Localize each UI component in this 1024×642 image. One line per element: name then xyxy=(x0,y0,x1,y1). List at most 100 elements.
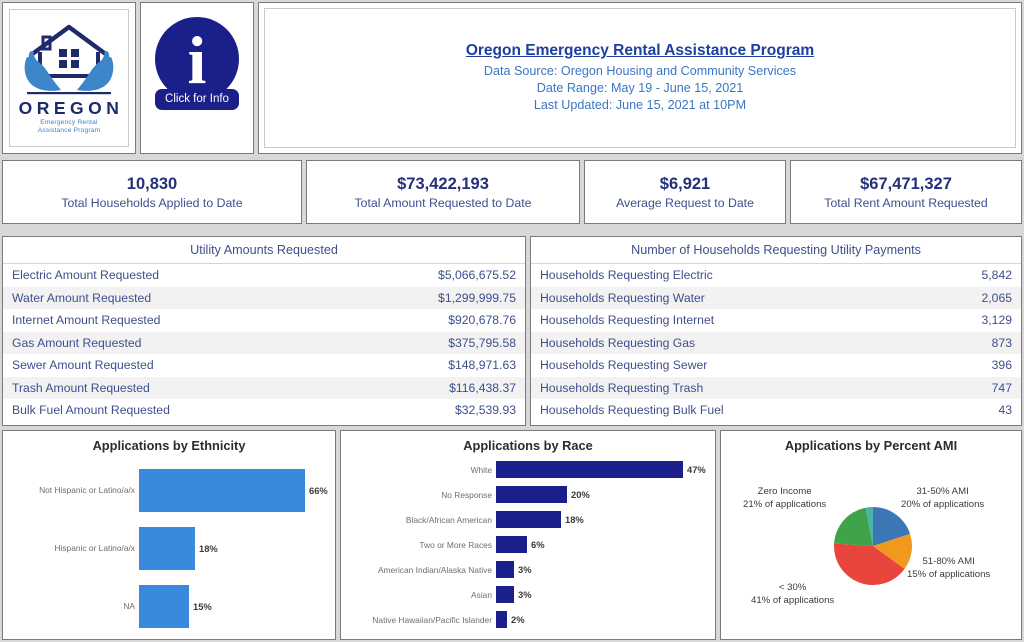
logo-subtitle-line2: Assistance Program xyxy=(37,127,101,134)
title-frame: Oregon Emergency Rental Assistance Progr… xyxy=(264,8,1016,148)
bar-category-label: White xyxy=(470,464,492,475)
bar-row: Hispanic or Latino/a/x 18% xyxy=(3,519,335,577)
bar-value-label: 66% xyxy=(309,484,328,496)
kpi-label: Total Amount Requested to Date xyxy=(354,195,532,210)
row-label: Electric Amount Requested xyxy=(12,268,160,283)
bar-value-label: 47% xyxy=(687,464,706,475)
bar-category-label: Black/African American xyxy=(405,514,492,525)
row-value: 2,065 xyxy=(981,290,1013,305)
bar-track: 3% xyxy=(496,561,532,578)
info-panel: i Click for Info xyxy=(140,2,254,154)
click-for-info-button[interactable]: Click for Info xyxy=(155,89,239,110)
kpi-card-average-request: $6,921 Average Request to Date xyxy=(584,160,786,224)
bar xyxy=(496,586,514,603)
bar-track: 20% xyxy=(496,486,590,503)
bar-value-label: 2% xyxy=(511,614,525,625)
pie-annotation-zero-income: Zero Income 21% of applications xyxy=(743,486,827,510)
row-label: Households Requesting Trash xyxy=(540,380,704,395)
row-value: $5,066,675.52 xyxy=(438,268,516,283)
bar xyxy=(139,584,189,628)
logo-subtitle-line1: Emergency Rental xyxy=(40,118,98,126)
pie-annotation-under-30: < 30% 41% of applications xyxy=(751,582,835,606)
row-value: $1,299,999.75 xyxy=(438,290,516,305)
table-row: Households Requesting Electric 5,842 xyxy=(531,264,1021,287)
row-label: Households Requesting Water xyxy=(540,290,705,305)
bar-track: 66% xyxy=(139,468,328,512)
bar xyxy=(139,468,305,512)
table-header: Utility Amounts Requested xyxy=(3,237,525,264)
bar-row: American Indian/Alaska Native 3% xyxy=(341,557,715,582)
bar-category-label: Two or More Races xyxy=(419,539,492,550)
bar-row: White 47% xyxy=(341,457,715,482)
race-bar-rows: White 47% No Response 20% Black/African Amer… xyxy=(341,457,715,632)
bar-row: NA 15% xyxy=(3,577,335,635)
table-row: Trash Amount Requested $116,438.37 xyxy=(3,376,525,399)
table-row: Households Requesting Gas 873 xyxy=(531,331,1021,354)
house-in-hands-icon xyxy=(24,24,114,94)
table-body: Electric Amount Requested $5,066,675.52 Wa… xyxy=(3,264,525,422)
bar-row: Asian 3% xyxy=(341,582,715,607)
row-label: Internet Amount Requested xyxy=(12,313,161,328)
row-value: 43 xyxy=(998,403,1012,418)
row-value: $32,539.93 xyxy=(455,403,516,418)
bar-track: 47% xyxy=(496,461,706,478)
row-label: Sewer Amount Requested xyxy=(12,358,154,373)
row-value: $375,795.58 xyxy=(448,335,516,350)
row-value: 873 xyxy=(991,335,1012,350)
bar-track: 2% xyxy=(496,611,525,628)
row-label: Households Requesting Internet xyxy=(540,313,715,328)
row-label: Water Amount Requested xyxy=(12,290,152,305)
bar-value-label: 20% xyxy=(571,489,590,500)
info-stack: i Click for Info xyxy=(141,17,253,110)
kpi-card-total-rent-requested: $67,471,327 Total Rent Amount Requested xyxy=(790,160,1022,224)
row-label: Bulk Fuel Amount Requested xyxy=(12,403,170,418)
row-label: Households Requesting Electric xyxy=(540,268,713,283)
logo-frame: OREGON Emergency Rental Assistance Progr… xyxy=(9,9,129,147)
bar-value-label: 6% xyxy=(531,539,545,550)
chart-title: Applications by Race xyxy=(463,438,593,453)
info-letter: i xyxy=(187,22,207,98)
bar-track: 18% xyxy=(139,526,218,570)
logo-wordmark: OREGON xyxy=(18,97,124,118)
date-range-text: Date Range: May 19 - June 15, 2021 xyxy=(536,81,744,95)
bar-value-label: 3% xyxy=(518,564,532,575)
row-value: 3,129 xyxy=(981,313,1013,328)
bar xyxy=(496,611,507,628)
kpi-label: Total Rent Amount Requested xyxy=(824,195,988,210)
kpi-card-total-amount-requested: $73,422,193 Total Amount Requested to Da… xyxy=(306,160,580,224)
bar xyxy=(496,486,567,503)
kpi-value: $6,921 xyxy=(659,174,711,193)
applications-by-ethnicity-chart: Applications by Ethnicity Not Hispanic o… xyxy=(2,430,336,640)
bar-value-label: 18% xyxy=(199,542,218,554)
kpi-value: 10,830 xyxy=(126,174,178,193)
ami-pie-icon xyxy=(834,507,912,585)
bar-value-label: 18% xyxy=(565,514,584,525)
table-row: Electric Amount Requested $5,066,675.52 xyxy=(3,264,525,287)
kpi-value: $73,422,193 xyxy=(397,174,489,193)
data-source-text: Data Source: Oregon Housing and Communit… xyxy=(483,64,797,78)
bar-track: 6% xyxy=(496,536,545,553)
pie-area: Zero Income 21% of applications 31-50% A… xyxy=(721,431,1021,639)
table-row: Gas Amount Requested $375,795.58 xyxy=(3,331,525,354)
bar xyxy=(496,561,514,578)
pie-annotation-31-50-ami: 31-50% AMI 20% of applications xyxy=(901,486,985,510)
last-updated-text: Last Updated: June 15, 2021 at 10PM xyxy=(533,98,747,112)
row-value: $116,438.37 xyxy=(449,380,516,395)
bar xyxy=(496,461,683,478)
row-value: 396 xyxy=(991,358,1012,373)
bar-category-label: Asian xyxy=(471,589,492,600)
dashboard-page: OREGON Emergency Rental Assistance Progr… xyxy=(0,0,1024,642)
table-row: Households Requesting Internet 3,129 xyxy=(531,309,1021,332)
bar-category-label: Not Hispanic or Latino/a/x xyxy=(39,485,135,495)
kpi-label: Average Request to Date xyxy=(616,195,754,210)
table-row: Internet Amount Requested $920,678.76 xyxy=(3,309,525,332)
table-row: Water Amount Requested $1,299,999.75 xyxy=(3,286,525,309)
kpi-label: Total Households Applied to Date xyxy=(61,195,243,210)
bar-category-label: NA xyxy=(123,601,135,611)
bar-value-label: 15% xyxy=(193,600,212,612)
ethnicity-bar-rows: Not Hispanic or Latino/a/x 66% Hispanic or… xyxy=(3,461,335,635)
row-label: Households Requesting Bulk Fuel xyxy=(540,403,724,418)
row-label: Gas Amount Requested xyxy=(12,335,142,350)
households-requesting-table: Number of Households Requesting Utility … xyxy=(530,236,1022,426)
kpi-card-total-households: 10,830 Total Households Applied to Date xyxy=(2,160,302,224)
